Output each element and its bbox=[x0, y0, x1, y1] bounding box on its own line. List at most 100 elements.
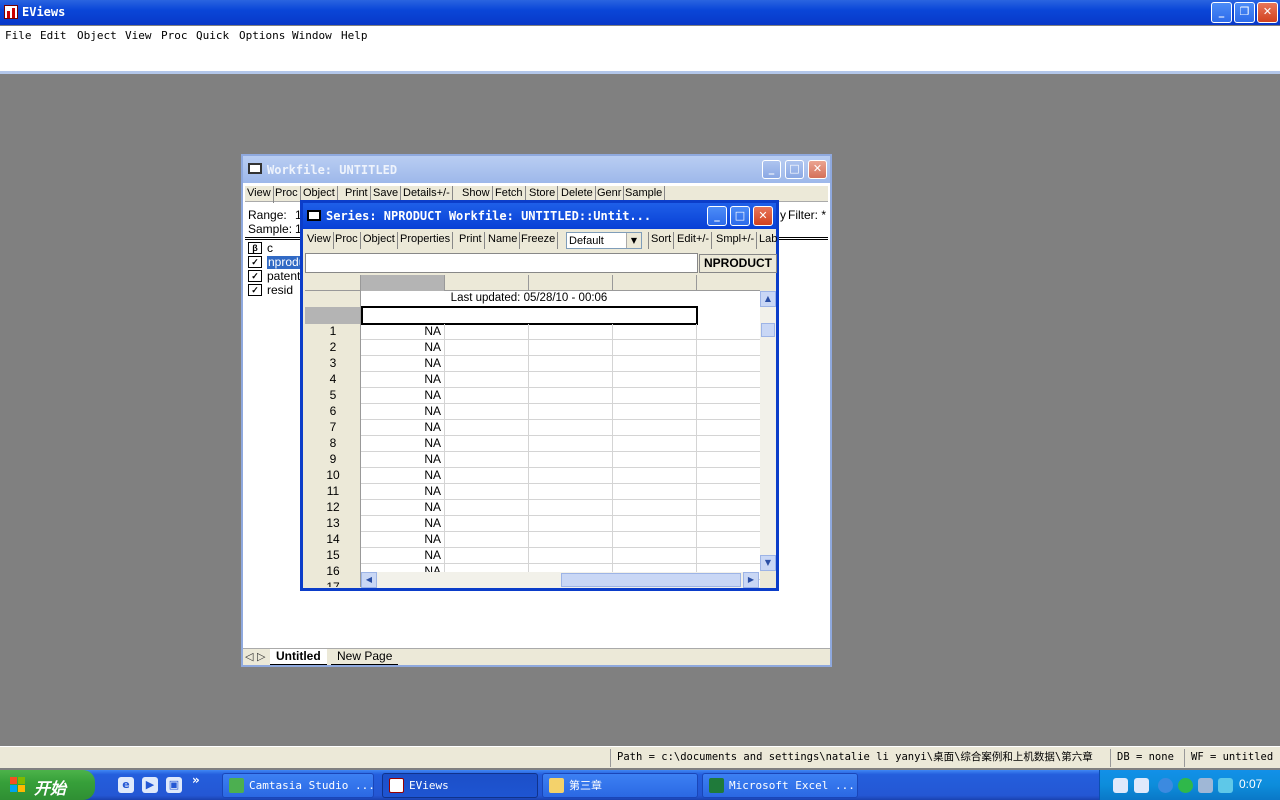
page-nav-arrows[interactable]: ◁ ▷ bbox=[245, 650, 265, 663]
spreadsheet-grid[interactable]: Last updated: 05/28/10 - 00:06 1 NA 2 NA 3 NA… bbox=[305, 275, 760, 587]
empty-cell[interactable] bbox=[445, 484, 529, 500]
empty-cell[interactable] bbox=[613, 468, 697, 484]
empty-cell[interactable] bbox=[613, 452, 697, 468]
row-number[interactable]: 16 bbox=[305, 564, 361, 580]
empty-cell[interactable] bbox=[613, 500, 697, 516]
empty-cell[interactable] bbox=[529, 324, 613, 340]
eviews-icon[interactable] bbox=[4, 5, 18, 19]
empty-cell[interactable] bbox=[613, 372, 697, 388]
column-header[interactable] bbox=[613, 275, 697, 291]
menu-window[interactable]: Window bbox=[292, 29, 332, 42]
empty-cell[interactable] bbox=[445, 452, 529, 468]
row-number[interactable]: 5 bbox=[305, 388, 361, 404]
empty-cell[interactable] bbox=[445, 356, 529, 372]
vertical-scrollbar[interactable]: ▲ ▼ bbox=[760, 291, 776, 571]
row-number[interactable]: 4 bbox=[305, 372, 361, 388]
cell-value[interactable]: NA bbox=[361, 484, 445, 500]
empty-cell[interactable] bbox=[529, 484, 613, 500]
cell-value[interactable]: NA bbox=[361, 516, 445, 532]
column-header[interactable] bbox=[529, 275, 613, 291]
empty-cell[interactable] bbox=[529, 340, 613, 356]
menu-proc[interactable]: Proc bbox=[161, 29, 188, 42]
s-print-button[interactable]: Print bbox=[457, 232, 485, 249]
scroll-up-icon[interactable]: ▲ bbox=[760, 291, 776, 307]
cell-value[interactable]: NA bbox=[361, 500, 445, 516]
row-number[interactable]: 10 bbox=[305, 468, 361, 484]
cell-value[interactable]: NA bbox=[361, 340, 445, 356]
empty-cell[interactable] bbox=[613, 404, 697, 420]
s-object-button[interactable]: Object bbox=[361, 232, 398, 249]
row-number[interactable]: 7 bbox=[305, 420, 361, 436]
tab-untitled[interactable]: Untitled bbox=[270, 649, 327, 665]
empty-cell[interactable] bbox=[613, 340, 697, 356]
keyboard-icon[interactable] bbox=[1113, 778, 1128, 793]
task-folder[interactable]: 第三章 bbox=[542, 773, 698, 798]
row-number[interactable]: 13 bbox=[305, 516, 361, 532]
row-number[interactable]: 15 bbox=[305, 548, 361, 564]
menu-options[interactable]: Options bbox=[239, 29, 285, 42]
series-close-button[interactable]: ✕ bbox=[753, 206, 773, 226]
empty-cell[interactable] bbox=[529, 388, 613, 404]
menu-quick[interactable]: Quick bbox=[196, 29, 229, 42]
empty-cell[interactable] bbox=[529, 404, 613, 420]
app-title-bar[interactable]: EViews _ ❐ ✕ bbox=[0, 0, 1280, 25]
cell-value[interactable]: NA bbox=[361, 372, 445, 388]
row-number[interactable]: 6 bbox=[305, 404, 361, 420]
menu-help[interactable]: Help bbox=[341, 29, 368, 42]
scroll-down-icon[interactable]: ▼ bbox=[760, 555, 776, 571]
chevron-left-icon[interactable] bbox=[1158, 778, 1173, 793]
empty-cell[interactable] bbox=[613, 436, 697, 452]
series-title-bar[interactable]: Series: NPRODUCT Workfile: UNTITLED::Unt… bbox=[303, 203, 776, 229]
s-view-button[interactable]: View bbox=[305, 232, 334, 249]
workfile-minimize-button[interactable]: _ bbox=[762, 160, 781, 179]
row-number[interactable]: 8 bbox=[305, 436, 361, 452]
minimize-button[interactable]: _ bbox=[1211, 2, 1232, 23]
series-maximize-button[interactable]: □ bbox=[730, 206, 750, 226]
wf-view-button[interactable]: View bbox=[245, 186, 274, 203]
task-eviews[interactable]: EViews bbox=[382, 773, 538, 798]
menu-object[interactable]: Object bbox=[77, 29, 117, 42]
empty-cell[interactable] bbox=[445, 340, 529, 356]
task-camtasia[interactable]: Camtasia Studio ... bbox=[222, 773, 374, 798]
cell-value[interactable]: NA bbox=[361, 436, 445, 452]
scroll-thumb[interactable] bbox=[561, 573, 741, 587]
empty-cell[interactable] bbox=[529, 532, 613, 548]
empty-cell[interactable] bbox=[445, 388, 529, 404]
empty-cell[interactable] bbox=[445, 436, 529, 452]
cell-value[interactable]: NA bbox=[361, 388, 445, 404]
task-excel[interactable]: Microsoft Excel ... bbox=[702, 773, 858, 798]
media-player-icon[interactable]: ▶ bbox=[142, 777, 158, 793]
edit-line-input[interactable] bbox=[305, 253, 698, 273]
cell-value[interactable]: NA bbox=[361, 548, 445, 564]
help-icon[interactable] bbox=[1134, 778, 1149, 793]
active-cell[interactable] bbox=[361, 306, 698, 325]
empty-cell[interactable] bbox=[445, 468, 529, 484]
series-minimize-button[interactable]: _ bbox=[707, 206, 727, 226]
empty-cell[interactable] bbox=[529, 500, 613, 516]
restore-button[interactable]: ❐ bbox=[1234, 2, 1255, 23]
wifi-icon[interactable] bbox=[1218, 778, 1233, 793]
cell-value[interactable]: NA bbox=[361, 324, 445, 340]
empty-cell[interactable] bbox=[445, 548, 529, 564]
wf-proc-button[interactable]: Proc bbox=[273, 186, 301, 203]
command-window[interactable] bbox=[0, 46, 1280, 74]
cell-value[interactable]: NA bbox=[361, 356, 445, 372]
cell-value[interactable]: NA bbox=[361, 420, 445, 436]
tab-new-page[interactable]: New Page bbox=[331, 649, 399, 665]
empty-cell[interactable] bbox=[613, 388, 697, 404]
empty-cell[interactable] bbox=[445, 516, 529, 532]
cell-value[interactable]: NA bbox=[361, 532, 445, 548]
row-number[interactable]: 3 bbox=[305, 356, 361, 372]
empty-cell[interactable] bbox=[613, 532, 697, 548]
empty-cell[interactable] bbox=[445, 324, 529, 340]
menu-view[interactable]: View bbox=[125, 29, 152, 42]
filter-value[interactable]: Filter: * bbox=[788, 208, 826, 222]
start-button[interactable]: 开始 bbox=[0, 770, 95, 800]
scroll-thumb[interactable] bbox=[761, 323, 775, 337]
row-number[interactable]: 1 bbox=[305, 324, 361, 340]
cell-value[interactable]: NA bbox=[361, 452, 445, 468]
network-icon[interactable] bbox=[1178, 778, 1193, 793]
empty-cell[interactable] bbox=[613, 356, 697, 372]
cell-value[interactable]: NA bbox=[361, 404, 445, 420]
empty-cell[interactable] bbox=[445, 500, 529, 516]
